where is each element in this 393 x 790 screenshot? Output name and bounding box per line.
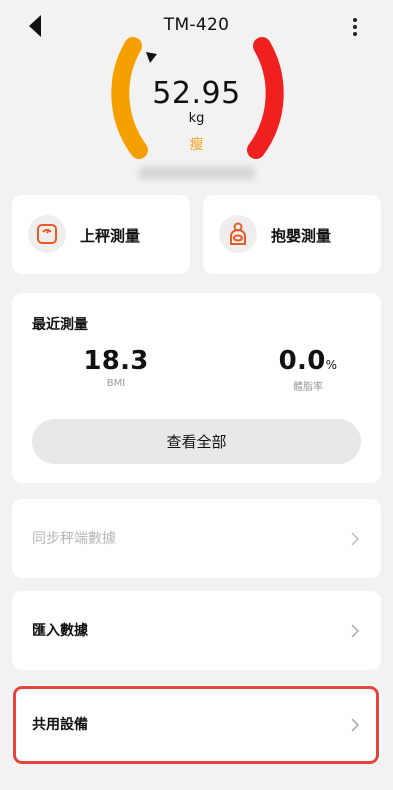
shared-device-label: 共用設備 bbox=[32, 717, 88, 733]
import-data-label: 匯入數據 bbox=[32, 623, 88, 639]
body-fat-value: 0.0 bbox=[278, 346, 326, 376]
bmi-value: 18.3 bbox=[83, 346, 149, 376]
shared-device-row[interactable]: 共用設備 bbox=[12, 685, 381, 764]
baby-hold-icon bbox=[219, 215, 257, 253]
weight-unit: kg bbox=[188, 111, 205, 126]
body-fat-label: 體脂率 bbox=[293, 382, 323, 393]
weight-value: 52.95 bbox=[152, 76, 241, 111]
gauge-pointer-icon bbox=[146, 52, 157, 63]
recent-measurement-card: 最近測量 18.3 BMI 0.0% 體脂率 查看全部 bbox=[12, 293, 381, 483]
import-data-row[interactable]: 匯入數據 bbox=[12, 591, 381, 670]
body-fat-unit: % bbox=[325, 358, 338, 372]
body-fat-metric: 0.0% 體脂率 bbox=[248, 346, 368, 393]
view-all-button[interactable]: 查看全部 bbox=[32, 419, 361, 464]
step-on-scale-label: 上秤測量 bbox=[80, 227, 141, 245]
sync-scale-data-row[interactable]: 同步秤端數據 bbox=[12, 499, 381, 578]
blurred-timestamp bbox=[138, 166, 256, 180]
chevron-right-icon bbox=[351, 532, 360, 546]
baby-weigh-label: 抱嬰測量 bbox=[271, 227, 332, 245]
bmi-metric: 18.3 BMI bbox=[56, 346, 176, 389]
chevron-right-icon bbox=[351, 624, 360, 638]
sync-scale-data-label: 同步秤端數據 bbox=[32, 531, 116, 547]
recent-title: 最近測量 bbox=[32, 317, 88, 333]
step-on-scale-card[interactable]: 上秤測量 bbox=[12, 195, 190, 274]
weight-status: 瘦 bbox=[189, 137, 204, 153]
body-fat-value-row: 0.0% bbox=[248, 346, 368, 376]
scale-icon bbox=[28, 215, 66, 253]
chevron-right-icon bbox=[351, 718, 360, 732]
weight-gauge: 52.95 kg 瘦 bbox=[0, 0, 393, 190]
bmi-label: BMI bbox=[106, 378, 126, 389]
baby-weigh-card[interactable]: 抱嬰測量 bbox=[203, 195, 381, 274]
